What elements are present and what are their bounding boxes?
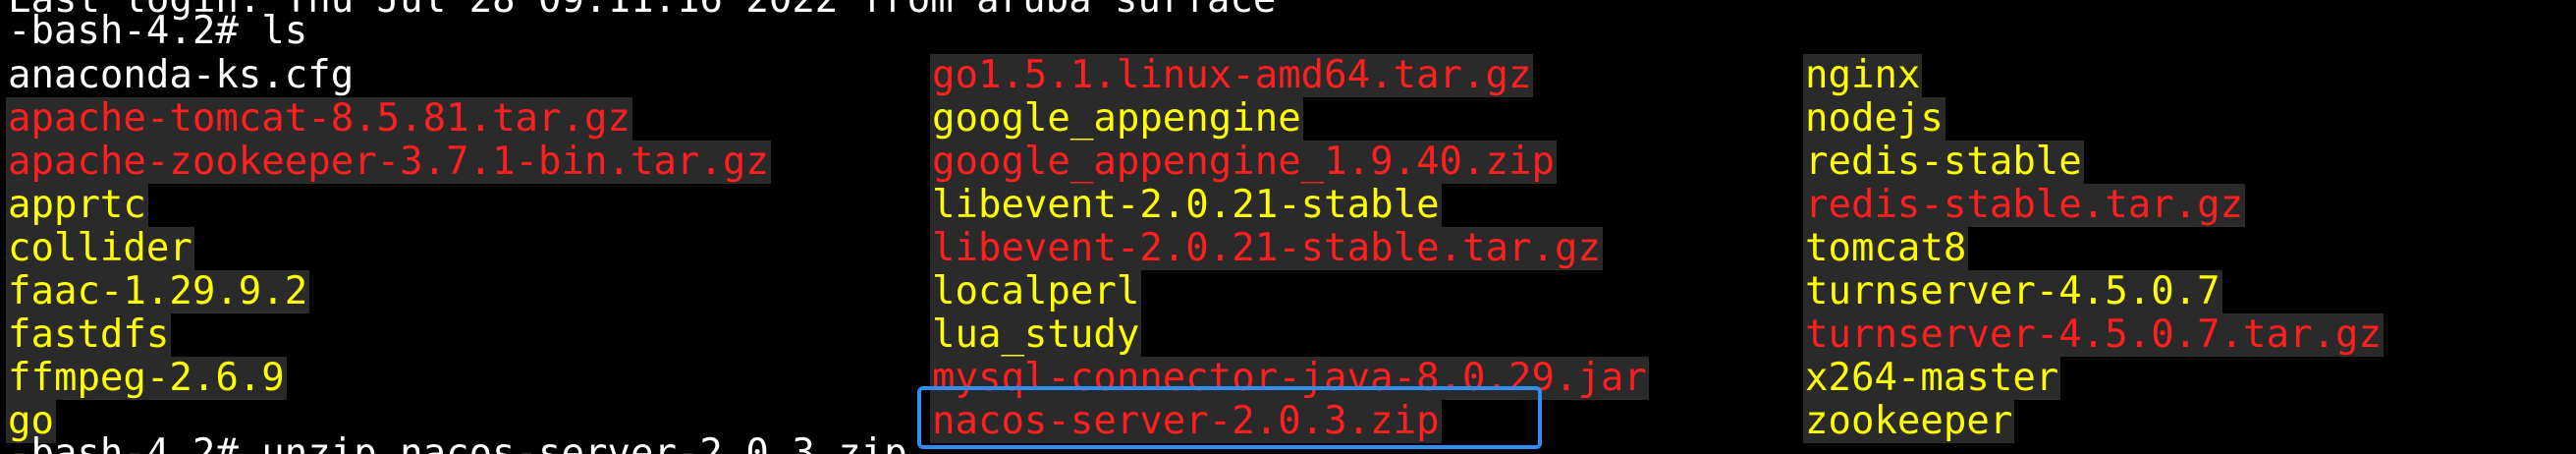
archive-file-entry: turnserver-4.5.0.7.tar.gz bbox=[1803, 312, 2384, 357]
archive-file-entry: libevent-2.0.21-stable.tar.gz bbox=[930, 226, 1603, 270]
directory-entry: redis-stable bbox=[1803, 140, 2084, 184]
prompt-ls-line: -bash-4.2# ls bbox=[8, 9, 308, 53]
directory-entry: lua_study bbox=[930, 312, 1142, 357]
directory-entry: zookeeper bbox=[1803, 399, 2015, 443]
directory-entry: fastdfs bbox=[6, 312, 172, 357]
directory-entry: x264-master bbox=[1803, 356, 2061, 400]
archive-file-entry: redis-stable.tar.gz bbox=[1803, 183, 2246, 227]
directory-entry: faac-1.29.9.2 bbox=[6, 269, 310, 313]
directory-entry: nodejs bbox=[1803, 96, 1946, 141]
directory-entry: nginx bbox=[1803, 53, 1923, 97]
archive-file-entry: apache-tomcat-8.5.81.tar.gz bbox=[6, 96, 632, 141]
archive-file-entry: go1.5.1.linux-amd64.tar.gz bbox=[930, 53, 1534, 97]
archive-file-entry: apache-zookeeper-3.7.1-bin.tar.gz bbox=[6, 140, 771, 184]
directory-entry: tomcat8 bbox=[1803, 226, 1969, 270]
directory-entry: google_appengine bbox=[930, 96, 1303, 141]
directory-entry: collider bbox=[6, 226, 194, 270]
directory-entry: ffmpeg-2.6.9 bbox=[6, 356, 287, 400]
directory-entry: turnserver-4.5.0.7 bbox=[1803, 269, 2222, 313]
next-prompt-line: -bash-4.2# unzip nacos-server-2.0.3.zip bbox=[8, 431, 907, 454]
selection-highlight-box bbox=[917, 386, 1542, 449]
terminal-window[interactable]: Last login: Thu Jul 28 09:11:16 2022 fro… bbox=[0, 0, 2576, 454]
file-entry: anaconda-ks.cfg bbox=[8, 53, 355, 97]
directory-entry: localperl bbox=[930, 269, 1142, 313]
archive-file-entry: google_appengine_1.9.40.zip bbox=[930, 140, 1557, 184]
directory-entry: libevent-2.0.21-stable bbox=[930, 183, 1442, 227]
directory-entry: apprtc bbox=[6, 183, 148, 227]
